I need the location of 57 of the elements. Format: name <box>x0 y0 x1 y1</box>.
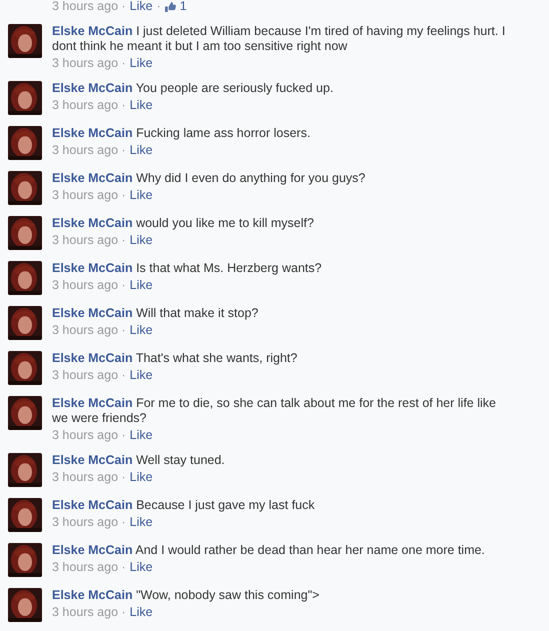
like-link[interactable]: Like <box>130 515 153 529</box>
comment-text: Elske McCain Because I just gave my last fuck <box>52 498 316 513</box>
comment-time: 3 hours ago · <box>52 143 126 157</box>
comment-time: 3 hours ago · <box>52 188 126 202</box>
comment-time: 3 hours ago · <box>52 368 126 382</box>
author-link[interactable]: Elske McCain <box>52 24 133 38</box>
comment-time: 3 hours ago · <box>52 98 126 112</box>
comment-time: 3 hours ago · <box>52 470 126 484</box>
comment-text: Elske McCain And I would rather be dead than hear her name one more time. <box>52 543 486 558</box>
comment-time: 3 hours ago · <box>52 233 126 247</box>
like-link[interactable]: Like <box>130 605 153 619</box>
comment-time: 3 hours ago · <box>52 0 126 13</box>
author-link[interactable]: Elske McCain <box>52 498 133 512</box>
author-link[interactable]: Elske McCain <box>52 306 133 320</box>
author-link[interactable]: Elske McCain <box>52 543 133 557</box>
comment-time: 3 hours ago · <box>52 560 126 574</box>
like-link[interactable]: Like <box>130 143 153 157</box>
author-link[interactable]: Elske McCain <box>52 396 133 410</box>
like-link[interactable]: Like <box>130 368 153 382</box>
author-link[interactable]: Elske McCain <box>52 588 133 602</box>
thumbs-up-icon <box>164 2 176 12</box>
author-link[interactable]: Elske McCain <box>52 126 133 140</box>
comment-text: Elske McCain would you like me to kill myself? <box>52 216 315 231</box>
comment-time: 3 hours ago · <box>52 56 126 70</box>
like-link[interactable]: Like <box>130 0 153 13</box>
author-link[interactable]: Elske McCain <box>52 351 133 365</box>
comment-time: 3 hours ago · <box>52 278 126 292</box>
author-link[interactable]: Elske McCain <box>52 453 133 467</box>
author-link[interactable]: Elske McCain <box>52 81 133 95</box>
comment-text: Elske McCain That's what she wants, right? <box>52 351 298 366</box>
like-link[interactable]: Like <box>130 278 153 292</box>
separator-dot: · <box>156 0 161 13</box>
comment-text: Elske McCain Is that what Ms. Herzberg wants? <box>52 261 323 276</box>
comment-time: 3 hours ago · <box>52 515 126 529</box>
comment-text: Elske McCain Well stay tuned. <box>52 453 226 468</box>
author-link[interactable]: Elske McCain <box>52 261 133 275</box>
author-link[interactable]: Elske McCain <box>52 216 133 230</box>
like-link[interactable]: Like <box>130 98 153 112</box>
like-link[interactable]: Like <box>130 323 153 337</box>
comment-text: Elske McCain Why did I even do anything for you guys? <box>52 171 366 186</box>
comment-text: Elske McCain You people are seriously fucked up. <box>52 81 334 96</box>
comment-time: 3 hours ago · <box>52 605 126 619</box>
author-link[interactable]: Elske McCain <box>52 171 133 185</box>
comment-text: Elske McCain I just deleted William because I'm tired of having my feelings hurt. I dont think he meant it but I am too sensitive right now <box>52 24 506 54</box>
like-link[interactable]: Like <box>130 560 153 574</box>
like-link[interactable]: Like <box>130 428 153 442</box>
comment-time: 3 hours ago · <box>52 323 126 337</box>
comment-text: Elske McCain Fucking lame ass horror losers. <box>52 126 312 141</box>
comment-text: Elske McCain Will that make it stop? <box>52 306 260 321</box>
comment-time: 3 hours ago · <box>52 428 126 442</box>
like-link[interactable]: Like <box>130 233 153 247</box>
comment-text: Elske McCain "Wow, nobody saw this coming"> <box>52 588 320 603</box>
like-link[interactable]: Like <box>130 470 153 484</box>
comment-text: Elske McCain For me to die, so she can talk about me for the rest of her life like we were friends? <box>52 396 497 426</box>
like-link[interactable]: Like <box>130 188 153 202</box>
like-count: 1 <box>180 0 187 13</box>
like-link[interactable]: Like <box>130 56 153 70</box>
